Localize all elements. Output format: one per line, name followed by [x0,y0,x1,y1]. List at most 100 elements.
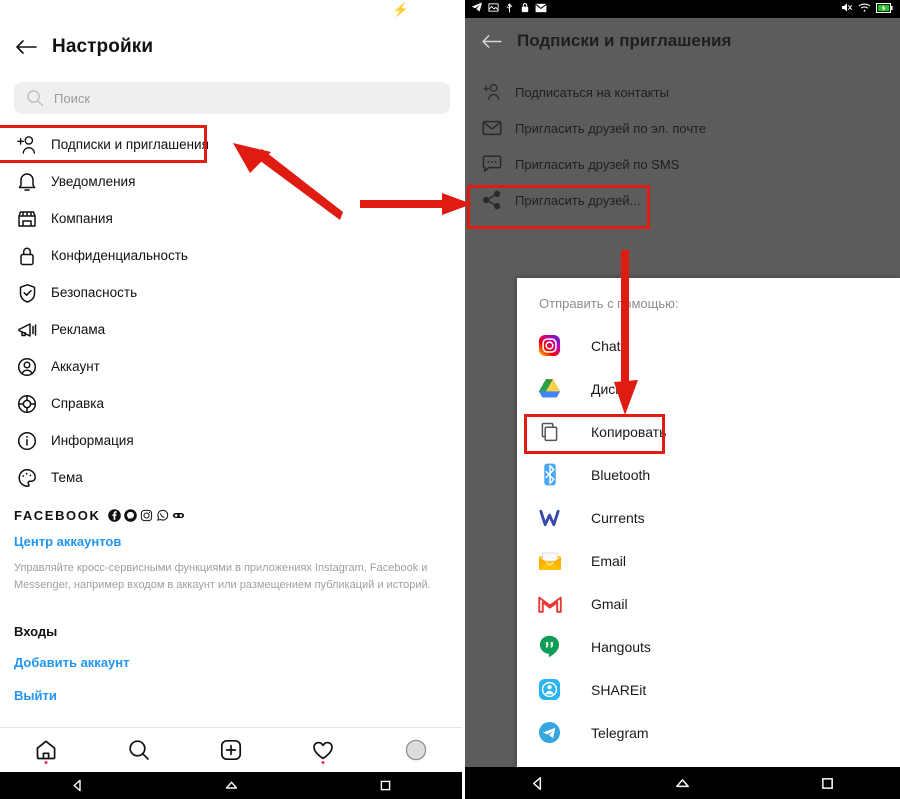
messenger-icon [124,508,138,522]
home-badge-dot [44,761,48,764]
sidebar-item-follow-invite[interactable]: Подписки и приглашения [0,126,462,163]
sidebar-item-label: Компания [51,211,113,226]
sidebar-item-security[interactable]: Безопасность [0,274,462,311]
tab-home[interactable] [0,728,92,772]
hangouts-icon [537,634,562,659]
share-option-email[interactable]: Email [517,539,900,582]
screenshot-icon [488,0,499,18]
tab-activity[interactable] [277,728,369,772]
instagram-icon [537,333,562,358]
sidebar-item-company[interactable]: Компания [0,200,462,237]
sidebar-item-label: Тема [51,470,83,485]
sidebar-item-label: Конфиденциальность [51,248,188,263]
share-option-hangouts[interactable]: Hangouts [517,625,900,668]
right-status-bar [465,0,900,18]
email-icon [537,548,562,573]
share-option-telegram[interactable]: Telegram [517,711,900,754]
status-right-icons [841,0,893,18]
list-item-invite-email[interactable]: Пригласить друзей по эл. почте [465,110,900,146]
share-option-shareit[interactable]: SHAREit [517,668,900,711]
back-arrow-icon[interactable] [0,39,52,55]
usb-icon [504,0,515,18]
list-item-invite-friends-share[interactable]: Пригласить друзей... [465,182,900,218]
back-nav-icon[interactable] [0,778,154,793]
search-input[interactable]: Поиск [14,82,450,114]
share-option-label: Bluetooth [591,466,651,483]
share-option-label: Gmail [591,595,628,612]
share-app-list: Chats Диск Копировать Bluetooth Currents… [517,324,900,754]
share-option-bluetooth[interactable]: Bluetooth [517,453,900,496]
status-left-icons [465,0,547,18]
share-option-label: Диск [591,380,622,397]
share-option-label: SHAREit [591,681,647,698]
tab-search[interactable] [92,728,184,772]
recents-nav-icon[interactable] [308,778,462,793]
follow-invite-icon [16,134,38,156]
sidebar-item-label: Реклама [51,322,106,337]
google-drive-icon [537,376,562,401]
envelope-icon [482,118,502,138]
list-item-invite-sms[interactable]: Пригласить друзей по SMS [465,146,900,182]
tab-add-post[interactable] [185,728,277,772]
sidebar-item-theme[interactable]: Тема [0,459,462,496]
share-option-label: Hangouts [591,638,651,655]
list-item-label: Пригласить друзей по эл. почте [515,120,707,136]
lightning-bolt-icon: ⚡ [392,2,409,17]
store-icon [16,208,38,230]
recents-nav-icon[interactable] [755,775,900,792]
search-icon [26,89,44,107]
sidebar-item-privacy[interactable]: Конфиденциальность [0,237,462,274]
accounts-center-link[interactable]: Центр аккаунтов [14,534,454,549]
sms-bubble-icon [482,154,502,174]
bell-icon [16,171,38,193]
megaphone-icon [16,319,38,341]
whatsapp-icon [156,509,169,522]
wifi-icon [858,0,871,18]
list-item-label: Подписаться на контакты [515,84,669,100]
left-phone-screen: ⚡ Настройки Поиск Подписки и приглашения… [0,0,462,799]
share-icon [482,190,502,210]
share-option-currents[interactable]: Currents [517,496,900,539]
list-item-follow-contacts[interactable]: Подписаться на контакты [465,74,900,110]
back-nav-icon[interactable] [465,775,610,792]
logout-link[interactable]: Выйти [14,688,454,703]
home-nav-icon[interactable] [610,775,755,792]
sidebar-item-ads[interactable]: Реклама [0,311,462,348]
home-nav-icon[interactable] [154,778,308,793]
oculus-icon [172,509,185,522]
sidebar-item-label: Аккаунт [51,359,100,374]
settings-header: Настройки [0,22,462,72]
gmail-icon [537,591,562,616]
left-status-bar: ⚡ [0,0,462,22]
share-option-copy[interactable]: Копировать [517,410,900,453]
sidebar-item-help[interactable]: Справка [0,385,462,422]
telegram-icon [471,0,483,18]
tab-profile[interactable] [370,728,462,772]
sidebar-item-label: Уведомления [51,174,136,189]
back-arrow-icon[interactable] [465,34,517,49]
telegram-icon [537,720,562,745]
list-item-label: Пригласить друзей по SMS [515,156,680,172]
mail-icon [535,0,547,18]
share-option-drive[interactable]: Диск [517,367,900,410]
instagram-icon [140,509,153,522]
share-option-label: Chats [591,337,628,354]
sidebar-item-notifications[interactable]: Уведомления [0,163,462,200]
sidebar-item-account[interactable]: Аккаунт [0,348,462,385]
add-account-link[interactable]: Добавить аккаунт [14,655,454,670]
android-nav-bar-left [0,772,462,799]
copy-icon [537,419,562,444]
mute-icon [841,0,853,18]
right-phone-screen: Подписки и приглашения Подписаться на ко… [465,0,900,799]
share-option-gmail[interactable]: Gmail [517,582,900,625]
share-sheet-title: Отправить с помощью: [539,296,679,311]
sidebar-item-label: Справка [51,396,104,411]
android-nav-bar-right [465,767,900,799]
sidebar-item-info[interactable]: Информация [0,422,462,459]
search-placeholder: Поиск [54,90,91,106]
share-option-chats[interactable]: Chats [517,324,900,367]
list-item-label: Пригласить друзей... [515,192,641,208]
screenshot-root: ⚡ Настройки Поиск Подписки и приглашения… [0,0,900,799]
shareit-icon [537,677,562,702]
bluetooth-icon [537,462,562,487]
